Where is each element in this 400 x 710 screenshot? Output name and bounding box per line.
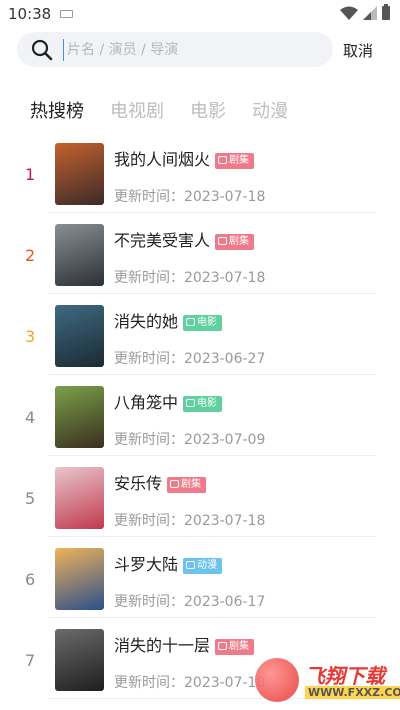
poster-image[interactable] (55, 467, 104, 529)
title-text: 八角笼中 (114, 393, 179, 412)
item-title: 消失的十一层 剧集 (114, 632, 255, 656)
item-title: 八角笼中 电影 (114, 389, 223, 413)
poster-image[interactable] (55, 224, 104, 286)
category-badge: 剧集 (215, 639, 255, 655)
poster-image[interactable] (55, 143, 104, 205)
category-badge: 剧集 (215, 234, 255, 250)
tab-1[interactable]: 电视剧 (110, 97, 164, 123)
list-item[interactable]: 5 安乐传 剧集更新时间：2023-07-18 (0, 456, 400, 537)
category-badge-icon (218, 642, 228, 650)
title-text: 消失的她 (114, 312, 179, 331)
update-prefix: 更新时间： (114, 675, 184, 691)
category-badge-label: 剧集 (181, 479, 202, 490)
list-item[interactable]: 3 消失的她 电影更新时间：2023-06-27 (0, 294, 400, 375)
watermark-text: 飞翔下载 (305, 664, 385, 688)
update-time: 更新时间：2023-07-09 (114, 429, 265, 449)
list-item[interactable]: 4 八角笼中 电影更新时间：2023-07-09 (0, 375, 400, 456)
update-time: 更新时间：2023-07-18 (114, 510, 265, 530)
update-prefix: 更新时间： (114, 270, 184, 286)
update-prefix: 更新时间： (114, 513, 184, 529)
search-bar[interactable] (17, 32, 333, 67)
rank-number: 2 (25, 246, 36, 265)
update-date: 2023-07-18 (184, 270, 266, 286)
category-badge-icon (170, 480, 180, 488)
update-prefix: 更新时间： (114, 432, 184, 448)
ranking-list: 1 我的人间烟火 剧集 更新时间：2023-07-18 2 不完美受害人 剧集 更新时间：20… (0, 132, 400, 699)
status-bar: 10:38 (0, 0, 400, 28)
poster-image[interactable] (55, 548, 104, 610)
category-badge-label: 电影 (197, 398, 218, 409)
category-badge: 电影 (183, 396, 223, 412)
title-text: 消失的十一层 (114, 636, 211, 655)
tab-2[interactable]: 电影 (190, 97, 226, 123)
rank-number: 6 (25, 570, 36, 589)
update-prefix: 更新时间： (114, 189, 184, 205)
poster-image[interactable] (55, 305, 104, 367)
category-badge-label: 剧集 (229, 155, 250, 166)
category-badge: 剧集 (167, 477, 207, 493)
item-title: 消失的她 电影 (114, 308, 223, 332)
update-date: 2023-07-09 (184, 432, 266, 448)
item-title: 我的人间烟火 剧集 (114, 146, 255, 170)
update-date: 2023-06-27 (184, 351, 266, 367)
category-badge-label: 电影 (197, 317, 218, 328)
title-text: 不完美受害人 (114, 231, 211, 250)
item-title: 安乐传 剧集 (114, 470, 207, 494)
list-item[interactable]: 6 斗罗大陆 动漫更新时间：2023-06-17 (0, 537, 400, 618)
keyboard-icon (60, 10, 73, 18)
status-icons (340, 4, 390, 20)
rank-number: 7 (25, 651, 36, 670)
item-title: 斗罗大陆 动漫 (114, 551, 223, 575)
rank-number: 5 (25, 489, 36, 508)
update-time: 更新时间：2023-07-18 (114, 267, 265, 287)
update-time: 更新时间：2023-07-18 (114, 186, 265, 206)
update-date: 2023-07-18 (184, 513, 266, 529)
update-date: 2023-06-17 (184, 594, 266, 610)
category-badge-icon (218, 156, 228, 164)
category-badge-icon (186, 399, 196, 407)
watermark: 飞翔下载 WWW.FXXZ.COM (255, 658, 400, 702)
poster-image[interactable] (55, 629, 104, 691)
update-date: 2023-07-18 (184, 189, 266, 205)
battery-icon (382, 4, 390, 20)
update-date: 2023-07-18 (184, 675, 266, 691)
category-tabs: 热搜榜 电视剧 电影 动漫 (30, 97, 314, 123)
search-icon[interactable] (31, 39, 53, 61)
poster-image[interactable] (55, 386, 104, 448)
status-time: 10:38 (8, 5, 52, 23)
category-badge: 剧集 (215, 153, 255, 169)
rank-number: 1 (25, 165, 36, 184)
signal-icon (363, 6, 377, 20)
update-time: 更新时间：2023-06-27 (114, 348, 265, 368)
title-text: 安乐传 (114, 474, 163, 493)
rank-number: 4 (25, 408, 36, 427)
tab-0[interactable]: 热搜榜 (30, 97, 84, 123)
rank-number: 3 (25, 327, 36, 346)
search-input[interactable] (63, 39, 313, 61)
title-text: 我的人间烟火 (114, 150, 211, 169)
watermark-logo-icon (255, 658, 299, 702)
tab-3[interactable]: 动漫 (252, 97, 288, 123)
title-text: 斗罗大陆 (114, 555, 179, 574)
update-time: 更新时间：2023-07-18 (114, 672, 265, 692)
wifi-icon (340, 6, 358, 20)
list-item[interactable]: 1 我的人间烟火 剧集更新时间：2023-07-18 (0, 132, 400, 213)
cancel-button[interactable]: 取消 (343, 40, 373, 61)
item-title: 不完美受害人 剧集 (114, 227, 255, 251)
category-badge-icon (218, 237, 228, 245)
update-prefix: 更新时间： (114, 594, 184, 610)
list-item[interactable]: 2 不完美受害人 剧集更新时间：2023-07-18 (0, 213, 400, 294)
category-badge-icon (186, 561, 196, 569)
category-badge-label: 剧集 (229, 236, 250, 247)
watermark-url: WWW.FXXZ.COM (305, 686, 400, 699)
update-time: 更新时间：2023-06-17 (114, 591, 265, 611)
category-badge-label: 剧集 (229, 641, 250, 652)
category-badge: 电影 (183, 315, 223, 331)
update-prefix: 更新时间： (114, 351, 184, 367)
category-badge-icon (186, 318, 196, 326)
category-badge: 动漫 (183, 558, 223, 574)
category-badge-label: 动漫 (197, 560, 218, 571)
